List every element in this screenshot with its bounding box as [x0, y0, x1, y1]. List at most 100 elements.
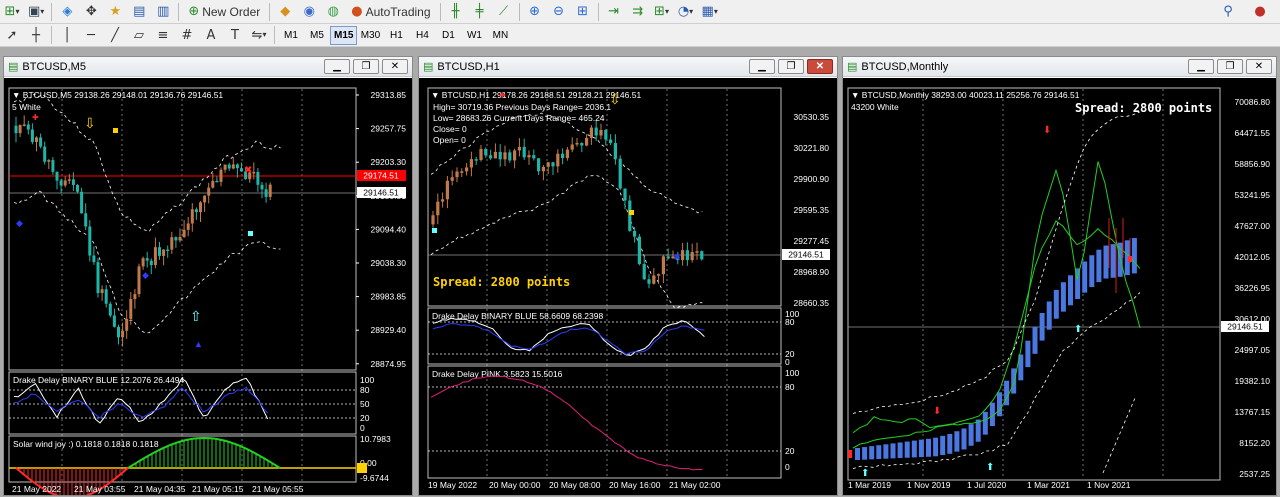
window-title: BTCUSD,H1	[437, 60, 500, 73]
window-titlebar[interactable]: ▤ BTCUSD,Monthly ▁ ❐ ✕	[843, 57, 1276, 77]
chart-window-btcusd-h1[interactable]: ▤ BTCUSD,H1 ▁ ❐ ✕ ▼ BTCUSD,H1 29178.26 2…	[418, 56, 838, 496]
oscillator-1-tick: 20	[360, 413, 370, 423]
price-candle	[84, 213, 88, 227]
trendline-tool[interactable]: ╱	[104, 25, 126, 45]
oscillator-2-label: Drake Delay PINK 3.5823 15.5016	[432, 369, 563, 379]
timeframe-mn[interactable]: MN	[487, 26, 513, 45]
price-candle	[71, 179, 75, 186]
timeframe-m5[interactable]: M5	[304, 26, 330, 45]
crosshair-tool[interactable]: ┼	[25, 25, 47, 45]
templates-button[interactable]: ▦ ▾	[699, 2, 721, 22]
price-candle	[47, 160, 51, 162]
timeframe-m30[interactable]: M30	[357, 26, 383, 45]
price-candle	[158, 247, 161, 256]
strategy-tester-button[interactable]: ▥	[152, 2, 174, 22]
restore-button[interactable]: ❐	[778, 59, 804, 74]
window-titlebar[interactable]: ▤ BTCUSD,H1 ▁ ❐ ✕	[419, 57, 837, 77]
signal-triangle: ▲	[194, 339, 203, 349]
chart-workspace: ▤ BTCUSD,M5 ▁ ❐ ✕ ▼ BTCUSD,M5 29138.26 2…	[0, 48, 1280, 497]
chart-svg[interactable]: ▼ BTCUSD,H1 29178.26 29188.51 29128.21 2…	[419, 78, 837, 495]
new-chart-button[interactable]: ⊞ ▾	[1, 2, 23, 22]
price-tick-label: 36226.95	[1235, 283, 1271, 293]
horizontal-line-tool[interactable]: ─	[80, 25, 102, 45]
cursor-tool[interactable]: ➚	[1, 25, 23, 45]
notification-badge-icon: ●	[1254, 4, 1266, 19]
vertical-line-tool[interactable]: │	[56, 25, 78, 45]
restore-button[interactable]: ❐	[1217, 59, 1243, 74]
chart-svg[interactable]: ▼ BTCUSD,M5 29138.26 29148.01 29136.76 2…	[4, 78, 412, 495]
terminal-button[interactable]: ▤	[128, 2, 150, 22]
close-button[interactable]: ✕	[1246, 59, 1272, 74]
minimize-button[interactable]: ▁	[324, 59, 350, 74]
search-button[interactable]: ⚲	[1217, 2, 1239, 22]
minimize-button[interactable]: ▁	[749, 59, 775, 74]
zoom-out-button[interactable]: ⊖	[548, 2, 570, 22]
chart-info-line: Close= 0	[433, 124, 467, 134]
chart-canvas[interactable]: ▼ BTCUSD,Monthly 38293.00 40023.11 25256…	[843, 78, 1276, 495]
restore-button[interactable]: ❐	[353, 59, 379, 74]
price-candle	[469, 159, 473, 168]
timeframe-m1[interactable]: M1	[278, 26, 304, 45]
price-candle	[235, 164, 239, 169]
gann-tool[interactable]: #	[176, 25, 198, 45]
label-tool[interactable]: T	[224, 25, 246, 45]
price-candle	[178, 236, 182, 241]
templates-icon: ▦	[701, 4, 714, 19]
data-window-button[interactable]: ✥	[80, 2, 102, 22]
autotrading-button[interactable]: ● AutoTrading	[346, 2, 435, 22]
signal-dot	[113, 128, 118, 133]
line-chart-button[interactable]: ⟋	[493, 2, 515, 22]
chart-svg[interactable]: ▼ BTCUSD,Monthly 38293.00 40023.11 25256…	[843, 78, 1276, 495]
notifications-button[interactable]: ●	[1249, 2, 1271, 22]
minimize-button[interactable]: ▁	[1188, 59, 1214, 74]
indicators-button[interactable]: ⊞ ▾	[651, 2, 673, 22]
zoom-in-button[interactable]: ⊕	[524, 2, 546, 22]
price-tick-label: 29257.75	[371, 124, 407, 134]
navigator-button[interactable]: ★	[104, 2, 126, 22]
metaeditor-button[interactable]: ◆	[274, 2, 296, 22]
price-candle	[153, 247, 157, 266]
channel-tool[interactable]: ▱	[128, 25, 150, 45]
chart-canvas[interactable]: ▼ BTCUSD,H1 29178.26 29188.51 29128.21 2…	[419, 78, 837, 495]
timeframe-h4[interactable]: H4	[409, 26, 435, 45]
timeframe-m15[interactable]: M15	[330, 25, 358, 45]
autoscroll-button[interactable]: ⇉	[627, 2, 649, 22]
periods-button[interactable]: ◔ ▾	[675, 2, 697, 22]
window-titlebar[interactable]: ▤ BTCUSD,M5 ▁ ❐ ✕	[4, 57, 412, 77]
bar-chart-button[interactable]: ╫	[445, 2, 467, 22]
trend-bar	[918, 439, 924, 458]
line-chart-icon: ⟋	[498, 4, 509, 19]
candlestick-button[interactable]: ╪	[469, 2, 491, 22]
indicator-green-line-fast	[852, 161, 1141, 434]
horizontal-line-icon: ─	[87, 27, 95, 43]
zoom-out-icon: ⊖	[553, 4, 564, 19]
new-order-button[interactable]: ⊕ New Order	[183, 2, 265, 22]
text-tool[interactable]: A	[200, 25, 222, 45]
close-button[interactable]: ✕	[382, 59, 408, 74]
timeframe-w1[interactable]: W1	[461, 26, 487, 45]
signals-button[interactable]: ◉	[298, 2, 320, 22]
price-candle	[661, 256, 665, 275]
market-watch-button[interactable]: ◈	[56, 2, 78, 22]
price-candle	[30, 129, 34, 142]
oscillator-1-tick: 0	[360, 423, 365, 433]
time-axis-label: 21 May 05:55	[252, 484, 304, 494]
chart-canvas[interactable]: ▼ BTCUSD,M5 29138.26 29148.01 29136.76 2…	[4, 78, 412, 495]
market-button[interactable]: ◍	[322, 2, 344, 22]
tile-windows-button[interactable]: ⊞	[572, 2, 594, 22]
time-axis-label: 21 May 03:55	[74, 484, 126, 494]
chart-shift-button[interactable]: ⇥	[603, 2, 625, 22]
price-candle	[170, 237, 174, 250]
chart-window-btcusd-m5[interactable]: ▤ BTCUSD,M5 ▁ ❐ ✕ ▼ BTCUSD,M5 29138.26 2…	[3, 56, 413, 496]
time-axis-label: 20 May 00:00	[489, 480, 541, 490]
timeframe-h1[interactable]: H1	[383, 26, 409, 45]
profiles-button[interactable]: ▣ ▾	[25, 2, 47, 22]
price-candle	[104, 289, 108, 304]
close-button[interactable]: ✕	[807, 59, 833, 74]
fibonacci-tool[interactable]: ≡	[152, 25, 174, 45]
main-price-pane	[8, 87, 357, 371]
chart-window-btcusd-monthly[interactable]: ▤ BTCUSD,Monthly ▁ ❐ ✕ ▼ BTCUSD,Monthly …	[842, 56, 1277, 496]
price-candle	[681, 250, 685, 261]
arrows-tool[interactable]: ⇋ ▾	[248, 25, 270, 45]
timeframe-d1[interactable]: D1	[435, 26, 461, 45]
